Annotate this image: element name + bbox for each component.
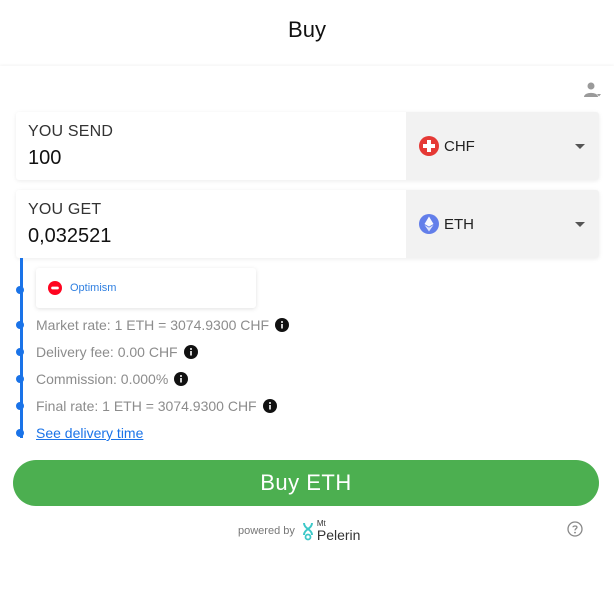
swiss-flag-icon (418, 135, 440, 157)
send-currency-select[interactable]: CHF (406, 112, 599, 180)
final-rate-row: Final rate: 1 ETH = 3074.9300 CHF (36, 398, 277, 414)
help-icon[interactable] (567, 521, 583, 537)
get-amount-value: 0,032521 (28, 224, 112, 247)
get-currency-select[interactable]: ETH (406, 190, 599, 258)
get-amount-box: YOU GET 0,032521 (16, 190, 406, 258)
send-currency-code: CHF (444, 137, 475, 155)
market-rate-row: Market rate: 1 ETH = 3074.9300 CHF (36, 317, 290, 333)
network-name: Optimism (70, 282, 117, 294)
network-selector[interactable]: Optimism (36, 268, 256, 308)
send-label: YOU SEND (28, 122, 114, 140)
get-currency-code: ETH (444, 215, 474, 233)
commission-text: Commission: 0.000% (36, 371, 169, 387)
ethereum-icon (418, 213, 440, 235)
timeline-dot (16, 402, 24, 410)
timeline-dot (16, 375, 24, 383)
brand-pelerin: Pelerin (316, 527, 361, 543)
chevron-down-icon (575, 221, 585, 227)
send-amount-input[interactable]: 100 (28, 147, 394, 170)
buy-eth-button[interactable]: Buy ETH (13, 460, 599, 506)
timeline-dot (16, 286, 24, 294)
see-delivery-time-link[interactable]: See delivery time (36, 425, 143, 441)
final-rate-text: Final rate: 1 ETH = 3074.9300 CHF (36, 398, 257, 414)
info-icon[interactable] (262, 399, 277, 413)
timeline-dot (16, 348, 24, 356)
info-icon[interactable] (275, 318, 290, 332)
market-rate-text: Market rate: 1 ETH = 3074.9300 CHF (36, 317, 270, 333)
timeline-dot (16, 429, 24, 437)
get-row: YOU GET 0,032521 ETH (16, 190, 599, 258)
info-icon[interactable] (174, 372, 189, 386)
mt-pelerin-logo-icon (301, 521, 315, 541)
user-icon[interactable] (582, 80, 602, 100)
info-icon[interactable] (183, 345, 198, 359)
optimism-icon (48, 281, 62, 295)
chevron-down-icon (575, 143, 585, 149)
page-title: Buy (288, 17, 326, 42)
send-row: YOU SEND 100 CHF (16, 112, 599, 180)
get-label: YOU GET (28, 200, 102, 218)
timeline-dot (16, 321, 24, 329)
powered-by: powered by Mt Pelerin (238, 520, 361, 543)
send-amount-box[interactable]: YOU SEND 100 (16, 112, 406, 180)
delivery-fee-row: Delivery fee: 0.00 CHF (36, 344, 198, 360)
commission-row: Commission: 0.000% (36, 371, 189, 387)
delivery-fee-text: Delivery fee: 0.00 CHF (36, 344, 178, 360)
powered-by-text: powered by (238, 525, 295, 537)
brand-name: Mt Pelerin (316, 520, 361, 543)
top-bar: Buy (0, 0, 614, 60)
